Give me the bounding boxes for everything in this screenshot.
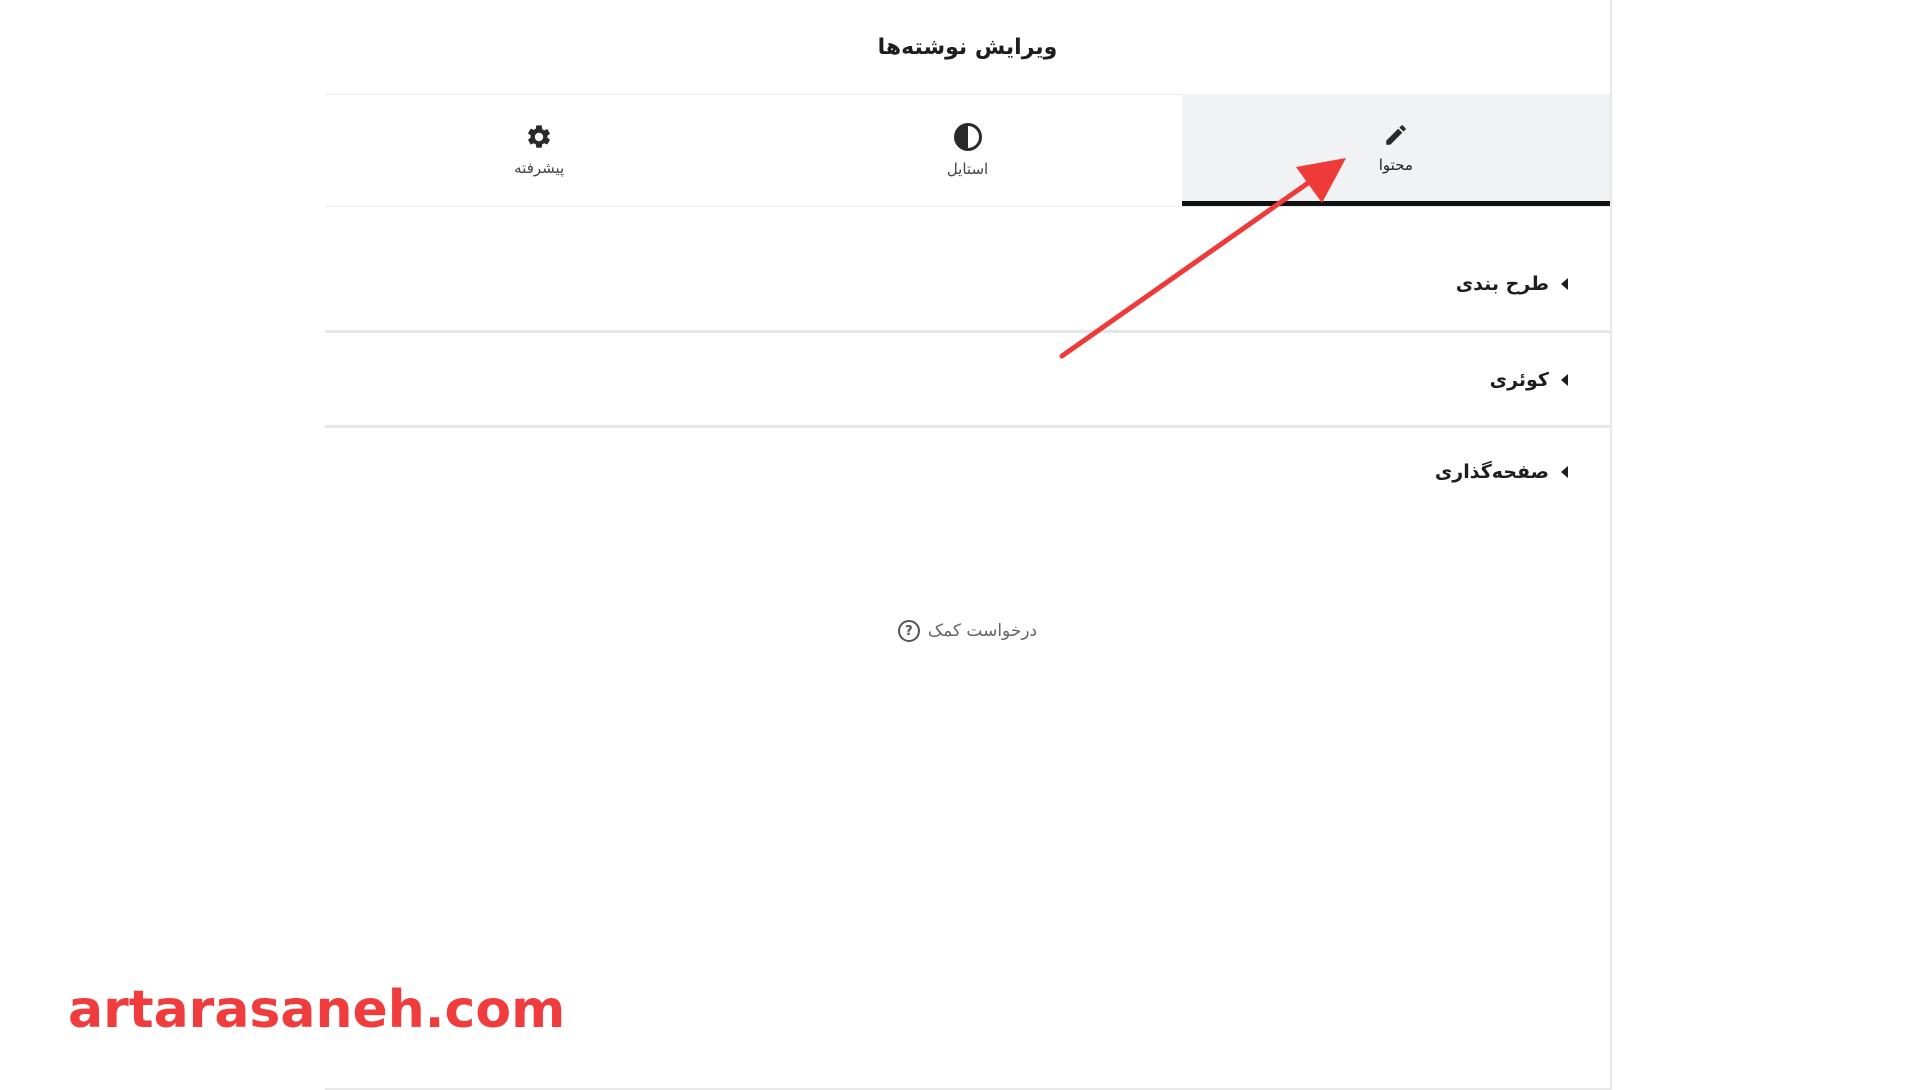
section-pagination[interactable]: صفحه‌گذاری <box>325 452 1610 492</box>
section-label: صفحه‌گذاری <box>1434 461 1549 483</box>
caret-left-icon <box>1561 374 1568 386</box>
help-label: درخواست کمک <box>927 621 1038 641</box>
tab-advanced[interactable]: پیشرفته <box>325 94 753 206</box>
pencil-icon <box>1383 122 1409 148</box>
panel-tabs: محتوا استایل پیشرفته <box>325 94 1610 207</box>
question-circle-icon: ? <box>897 620 920 642</box>
section-label: کوئری <box>1489 369 1549 391</box>
tab-label: استایل <box>946 160 989 178</box>
tab-style[interactable]: استایل <box>753 94 1181 206</box>
section-query[interactable]: کوئری <box>325 360 1610 400</box>
watermark-text: artarasaneh.com <box>68 980 566 1040</box>
section-layout[interactable]: طرح بندی <box>325 264 1610 304</box>
section-divider <box>325 425 1610 428</box>
caret-left-icon <box>1561 278 1568 290</box>
elementor-editor-panel: ویرایش نوشته‌ها محتوا استایل <box>325 0 1612 1090</box>
tab-content[interactable]: محتوا <box>1181 94 1610 206</box>
caret-left-icon <box>1561 466 1568 478</box>
contrast-icon <box>953 122 983 152</box>
tab-label: محتوا <box>1378 155 1413 174</box>
section-label: طرح بندی <box>1455 273 1549 295</box>
help-link[interactable]: درخواست کمک ? <box>325 620 1610 642</box>
gear-icon <box>525 123 553 151</box>
panel-title: ویرایش نوشته‌ها <box>877 34 1058 60</box>
tab-label: پیشرفته <box>514 159 565 177</box>
section-divider <box>325 330 1610 333</box>
panel-header: ویرایش نوشته‌ها <box>325 0 1610 95</box>
